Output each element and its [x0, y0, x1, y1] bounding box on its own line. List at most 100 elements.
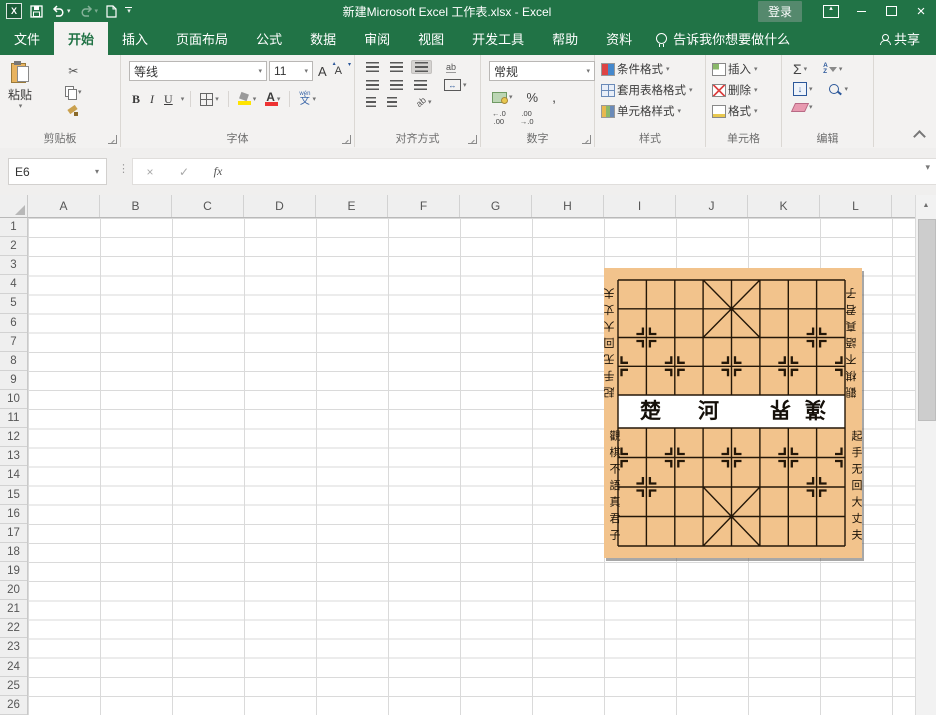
- font-dialog-launcher[interactable]: [342, 135, 351, 144]
- column-header[interactable]: C: [172, 195, 244, 217]
- tab-review[interactable]: 审阅: [350, 22, 404, 55]
- find-select-button[interactable]: ▾: [826, 83, 852, 95]
- tab-developer[interactable]: 开发工具: [458, 22, 538, 55]
- align-bottom-button[interactable]: [411, 60, 432, 74]
- column-header[interactable]: D: [244, 195, 316, 217]
- vertical-scrollbar[interactable]: ▲: [915, 195, 936, 715]
- insert-function-button[interactable]: fx: [201, 164, 235, 179]
- row-header[interactable]: 8: [0, 352, 27, 371]
- ribbon-display-options-button[interactable]: ▴: [816, 0, 846, 22]
- tab-home[interactable]: 开始: [54, 22, 108, 55]
- scroll-up-icon[interactable]: ▲: [916, 195, 936, 216]
- cell-styles-button[interactable]: 单元格样式▾: [601, 103, 703, 119]
- row-header[interactable]: 24: [0, 658, 27, 677]
- bold-button[interactable]: B: [129, 91, 143, 108]
- underline-dropdown-icon[interactable]: ▾: [181, 96, 185, 103]
- decrease-decimal-button[interactable]: .00 →.0: [517, 109, 537, 128]
- cancel-button[interactable]: ×: [133, 165, 167, 179]
- formula-bar-expand-icon[interactable]: ▾: [925, 162, 930, 173]
- row-header[interactable]: 21: [0, 600, 27, 619]
- row-header[interactable]: 19: [0, 562, 27, 581]
- increase-indent-button[interactable]: [384, 96, 400, 108]
- column-header[interactable]: E: [316, 195, 388, 217]
- column-header[interactable]: B: [100, 195, 172, 217]
- row-header[interactable]: 23: [0, 638, 27, 657]
- decrease-font-size-button[interactable]: A▾: [332, 65, 345, 78]
- format-cells-button[interactable]: 格式▾: [712, 103, 779, 119]
- format-as-table-button[interactable]: 套用表格格式▾: [601, 82, 703, 98]
- number-format-select[interactable]: 常规▾: [489, 61, 595, 81]
- tab-help[interactable]: 帮助: [538, 22, 592, 55]
- accounting-format-button[interactable]: ▾: [489, 91, 516, 104]
- redo-button[interactable]: ▾: [79, 5, 99, 17]
- format-painter-button[interactable]: [62, 105, 85, 119]
- decrease-indent-button[interactable]: [363, 96, 379, 108]
- enter-button[interactable]: ✓: [167, 165, 201, 179]
- save-button[interactable]: [30, 5, 43, 18]
- increase-decimal-button[interactable]: ←.0 .00: [489, 109, 509, 128]
- wrap-text-button[interactable]: ab: [443, 61, 459, 74]
- fill-color-button[interactable]: ▾: [235, 92, 260, 106]
- tell-me-box[interactable]: 告诉我你想要做什么: [646, 22, 800, 55]
- align-left-button[interactable]: [363, 79, 382, 91]
- tab-data[interactable]: 数据: [296, 22, 350, 55]
- tab-view[interactable]: 视图: [404, 22, 458, 55]
- font-color-button[interactable]: A▾: [263, 91, 283, 107]
- tab-page-layout[interactable]: 页面布局: [162, 22, 242, 55]
- align-middle-button[interactable]: [387, 61, 406, 73]
- delete-cells-button[interactable]: 删除▾: [712, 82, 779, 98]
- redo-dropdown-icon[interactable]: ▾: [95, 8, 99, 15]
- column-header[interactable]: A: [28, 195, 100, 217]
- row-header[interactable]: 22: [0, 619, 27, 638]
- row-header[interactable]: 4: [0, 275, 27, 294]
- tab-file[interactable]: 文件: [0, 22, 54, 55]
- orientation-button[interactable]: ab ▾: [413, 96, 435, 108]
- align-right-button[interactable]: [411, 79, 430, 91]
- name-box-dropdown-icon[interactable]: ▾: [88, 167, 106, 176]
- merge-center-button[interactable]: ↔ ▾: [441, 78, 470, 92]
- row-header[interactable]: 9: [0, 371, 27, 390]
- maximize-button[interactable]: [876, 0, 906, 22]
- copy-button[interactable]: ▾: [62, 85, 85, 99]
- customize-qat-button[interactable]: ▾: [125, 7, 132, 15]
- column-header[interactable]: H: [532, 195, 604, 217]
- conditional-formatting-button[interactable]: 条件格式▾: [601, 61, 703, 77]
- share-button[interactable]: 共享: [864, 22, 936, 55]
- row-header[interactable]: 2: [0, 237, 27, 256]
- tab-formulas[interactable]: 公式: [242, 22, 296, 55]
- row-header[interactable]: 13: [0, 447, 27, 466]
- row-header[interactable]: 20: [0, 581, 27, 600]
- number-dialog-launcher[interactable]: [582, 135, 591, 144]
- row-header[interactable]: 5: [0, 294, 27, 313]
- row-header[interactable]: 7: [0, 333, 27, 352]
- row-header[interactable]: 25: [0, 677, 27, 696]
- sort-filter-button[interactable]: AZ ▾: [820, 62, 845, 77]
- scrollbar-thumb[interactable]: [918, 219, 936, 421]
- increase-font-size-button[interactable]: A▴: [315, 64, 330, 79]
- paste-button[interactable]: 粘贴 ▾: [8, 61, 32, 110]
- alignment-dialog-launcher[interactable]: [468, 135, 477, 144]
- chess-board-image[interactable]: 起手无回大丈夫 觀棋不語真君子 觀棋不語真君子 起手无回大丈夫 楚河 漢界: [604, 268, 862, 558]
- row-header[interactable]: 10: [0, 390, 27, 409]
- collapse-ribbon-button[interactable]: [913, 130, 926, 143]
- select-all-corner[interactable]: [0, 195, 28, 218]
- row-header[interactable]: 15: [0, 486, 27, 505]
- tab-ziliao[interactable]: 资料: [592, 22, 646, 55]
- name-box[interactable]: E6 ▾: [8, 158, 107, 185]
- align-top-button[interactable]: [363, 61, 382, 73]
- cut-button[interactable]: ✂: [62, 63, 85, 79]
- italic-button[interactable]: I: [147, 91, 157, 108]
- comma-style-button[interactable]: ,: [549, 88, 559, 106]
- fill-button[interactable]: ↓▾: [790, 81, 816, 97]
- row-header[interactable]: 6: [0, 314, 27, 333]
- column-header[interactable]: I: [604, 195, 676, 217]
- font-size-select[interactable]: 11▾: [269, 61, 313, 81]
- undo-button[interactable]: ▾: [51, 5, 71, 17]
- row-header[interactable]: 18: [0, 543, 27, 562]
- sign-in-button[interactable]: 登录: [758, 1, 802, 22]
- row-header[interactable]: 11: [0, 409, 27, 428]
- row-header[interactable]: 12: [0, 428, 27, 447]
- row-header[interactable]: 3: [0, 256, 27, 275]
- font-name-select[interactable]: 等线▾: [129, 61, 267, 81]
- minimize-button[interactable]: [846, 0, 876, 22]
